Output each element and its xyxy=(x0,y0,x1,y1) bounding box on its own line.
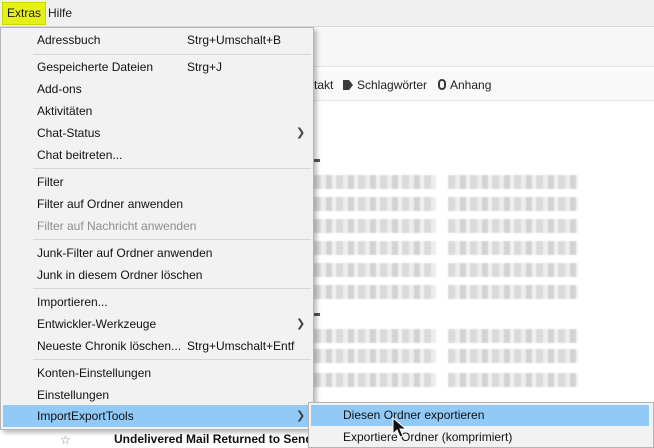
menu-item-aktivitaeten[interactable]: Aktivitäten xyxy=(3,100,311,122)
menu-item-label: Importieren... xyxy=(37,295,108,309)
filter-tags[interactable]: Schlagwörter xyxy=(343,78,427,92)
chevron-right-icon: ❯ xyxy=(296,410,306,422)
menu-item-label: Konten-Einstellungen xyxy=(37,366,152,380)
menu-item-junk-filter-ordner[interactable]: Junk-Filter auf Ordner anwenden xyxy=(3,242,311,264)
group-header-marker xyxy=(314,313,320,316)
menu-item-einstellungen[interactable]: Einstellungen xyxy=(3,384,311,406)
menu-extras-label: Extras xyxy=(7,6,42,20)
mouse-cursor-icon xyxy=(392,417,408,438)
menu-item-chronik-loeschen[interactable]: Neueste Chronik löschen... Strg+Umschalt… xyxy=(3,335,311,357)
menu-separator xyxy=(33,239,311,240)
menu-separator xyxy=(33,54,311,55)
menu-item-filter-nachricht: Filter auf Nachricht anwenden xyxy=(3,215,311,237)
menu-item-shortcut: Strg+J xyxy=(187,60,223,74)
menu-item-label: Aktivitäten xyxy=(37,104,93,118)
menu-item-label: Chat-Status xyxy=(37,126,101,140)
menu-item-importieren[interactable]: Importieren... xyxy=(3,291,311,313)
message-row-blurred[interactable] xyxy=(314,175,614,189)
filter-attachment[interactable]: Anhang xyxy=(438,78,491,92)
menu-item-chat-beitreten[interactable]: Chat beitreten... xyxy=(3,144,311,166)
submenu-item-exportiere-komprimiert[interactable]: Exportiere Ordner (komprimiert) xyxy=(311,427,649,448)
chevron-right-icon: ❯ xyxy=(296,127,306,139)
filter-contact[interactable]: takt xyxy=(314,78,333,92)
menu-item-label: Entwickler-Werkzeuge xyxy=(37,317,157,331)
menu-separator xyxy=(33,359,311,360)
menu-separator xyxy=(33,168,311,169)
menu-item-label: Neueste Chronik löschen... xyxy=(37,339,182,353)
importexport-submenu: Diesen Ordner exportieren Exportiere Ord… xyxy=(308,402,654,448)
menu-item-label: Junk-Filter auf Ordner anwenden xyxy=(37,246,213,260)
menu-item-importexporttools[interactable]: ImportExportTools ❯ xyxy=(3,405,311,427)
menu-item-label: Filter xyxy=(37,175,64,189)
filter-attachment-label: Anhang xyxy=(450,78,492,92)
menu-item-adressbuch[interactable]: Adressbuch Strg+Umschalt+B xyxy=(3,29,311,51)
message-row-blurred[interactable] xyxy=(314,241,614,255)
filter-tags-label: Schlagwörter xyxy=(357,78,428,92)
submenu-item-ordner-exportieren[interactable]: Diesen Ordner exportieren xyxy=(311,405,649,426)
menu-item-chat-status[interactable]: Chat-Status ❯ xyxy=(3,122,311,144)
menu-item-label: Add-ons xyxy=(37,82,82,96)
menu-separator xyxy=(33,288,311,289)
tag-icon xyxy=(343,80,353,90)
menu-item-entwickler-werkzeuge[interactable]: Entwickler-Werkzeuge ❯ xyxy=(3,313,311,335)
menu-item-label: ImportExportTools xyxy=(37,409,134,423)
menu-item-label: Gespeicherte Dateien xyxy=(37,60,154,74)
menu-item-gespeicherte-dateien[interactable]: Gespeicherte Dateien Strg+J xyxy=(3,56,311,78)
filter-contact-label: takt xyxy=(314,78,334,92)
submenu-item-label: Diesen Ordner exportieren xyxy=(343,408,485,422)
message-row-blurred[interactable] xyxy=(314,329,614,343)
menu-item-label: Filter auf Nachricht anwenden xyxy=(37,219,197,233)
menu-item-label: Adressbuch xyxy=(37,33,101,47)
message-row-blurred[interactable] xyxy=(314,263,614,277)
menu-item-filter-ordner[interactable]: Filter auf Ordner anwenden xyxy=(3,193,311,215)
message-row-blurred[interactable] xyxy=(314,373,614,387)
message-row-blurred[interactable] xyxy=(314,349,614,363)
menu-hilfe-label: Hilfe xyxy=(48,6,73,20)
submenu-item-label: Exportiere Ordner (komprimiert) xyxy=(343,430,513,444)
menu-item-shortcut: Strg+Umschalt+Entf xyxy=(187,339,295,353)
menu-item-label: Junk in diesem Ordner löschen xyxy=(37,268,203,282)
menu-item-shortcut: Strg+Umschalt+B xyxy=(187,33,282,47)
menu-extras[interactable]: Extras xyxy=(1,2,47,25)
message-row-blurred[interactable] xyxy=(314,285,614,299)
menu-item-filter[interactable]: Filter xyxy=(3,171,311,193)
menu-item-add-ons[interactable]: Add-ons xyxy=(3,78,311,100)
message-subject: Undelivered Mail Returned to Send xyxy=(114,432,313,446)
menu-item-konten-einstellungen[interactable]: Konten-Einstellungen xyxy=(3,362,311,384)
message-row-blurred[interactable] xyxy=(314,219,614,233)
menu-item-label: Chat beitreten... xyxy=(37,148,123,162)
group-header-marker xyxy=(314,159,320,162)
star-icon[interactable]: ☆ xyxy=(60,433,71,447)
menu-bar: Extras Hilfe xyxy=(0,0,654,27)
message-row-blurred[interactable] xyxy=(314,197,614,211)
extras-menu: Adressbuch Strg+Umschalt+B Gespeicherte … xyxy=(0,27,314,430)
paperclip-icon xyxy=(438,79,446,90)
menu-item-label: Filter auf Ordner anwenden xyxy=(37,197,184,211)
menu-hilfe[interactable]: Hilfe xyxy=(44,3,76,24)
menu-item-label: Einstellungen xyxy=(37,388,110,402)
chevron-right-icon: ❯ xyxy=(296,318,306,330)
menu-item-junk-loeschen[interactable]: Junk in diesem Ordner löschen xyxy=(3,264,311,286)
